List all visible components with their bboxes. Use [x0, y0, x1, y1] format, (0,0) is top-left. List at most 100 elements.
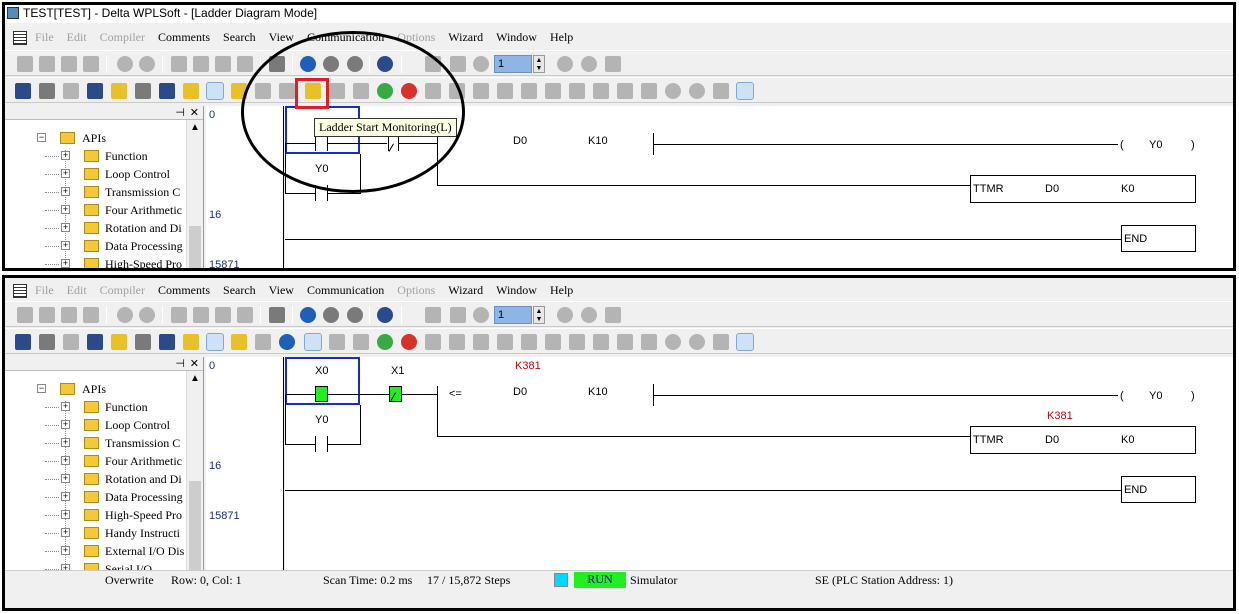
expand-icon[interactable]: + — [61, 402, 70, 411]
align-icon[interactable] — [593, 83, 609, 99]
list-icon[interactable] — [183, 83, 199, 99]
info-icon[interactable] — [473, 56, 489, 72]
collapse-icon[interactable]: − — [37, 133, 46, 142]
tree-item[interactable]: + High-Speed Pro — [5, 255, 190, 268]
tree-item[interactable]: + External I/O Dis — [5, 542, 190, 560]
p-icon[interactable] — [689, 83, 705, 99]
menu-options[interactable]: Options — [397, 283, 435, 298]
help-icon[interactable] — [377, 56, 393, 72]
menu-search[interactable]: Search — [223, 283, 256, 298]
menu-edit[interactable]: Edit — [67, 30, 87, 45]
undo-icon[interactable] — [117, 56, 133, 72]
expand-icon[interactable]: + — [61, 528, 70, 537]
expand-icon[interactable]: + — [61, 546, 70, 555]
undo-icon[interactable] — [117, 307, 133, 323]
expand-icon[interactable]: + — [61, 492, 70, 501]
read-icon[interactable] — [449, 334, 465, 350]
cursor-icon[interactable] — [269, 56, 285, 72]
sfc-mode-icon[interactable] — [63, 83, 79, 99]
online-icon[interactable] — [450, 56, 466, 72]
stop-monitoring-icon[interactable] — [329, 334, 345, 350]
device-monitor-icon[interactable] — [353, 83, 369, 99]
expand-icon[interactable]: + — [61, 438, 70, 447]
expand-icon[interactable]: + — [61, 169, 70, 178]
station-input[interactable]: 1 — [494, 55, 532, 73]
ladder-start-monitoring-icon[interactable] — [304, 333, 322, 351]
list-icon[interactable] — [183, 334, 199, 350]
pointer-icon[interactable] — [605, 307, 621, 323]
scroll-up-icon[interactable]: ▲ — [190, 373, 200, 384]
zoom-in-icon[interactable] — [323, 56, 339, 72]
instruction-mode-icon[interactable] — [87, 83, 103, 99]
save-icon[interactable] — [61, 56, 77, 72]
stop-monitoring-icon[interactable] — [329, 83, 345, 99]
tree-item-apis[interactable]: − APIs — [5, 129, 190, 147]
stop-plc-icon[interactable] — [401, 83, 417, 99]
zoom-icon[interactable] — [300, 307, 316, 323]
grid-icon[interactable] — [159, 334, 175, 350]
tree-item[interactable]: + Rotation and Di — [5, 219, 190, 237]
save-icon[interactable] — [61, 307, 77, 323]
copy-icon[interactable] — [193, 307, 209, 323]
erase-icon[interactable] — [237, 307, 253, 323]
cassette-icon[interactable] — [713, 83, 729, 99]
tree-item[interactable]: + High-Speed Pro — [5, 506, 190, 524]
ladder-mode-icon[interactable] — [39, 334, 55, 350]
expand-icon[interactable]: + — [61, 223, 70, 232]
zoom-out-icon[interactable] — [347, 56, 363, 72]
copy-icon[interactable] — [193, 56, 209, 72]
expand-icon[interactable]: + — [61, 420, 70, 429]
transfer-icon[interactable] — [425, 56, 441, 72]
menu-communication[interactable]: Communication — [307, 283, 384, 298]
tree-scrollbar[interactable]: ▲ — [186, 371, 203, 570]
ladder-line-icon[interactable] — [736, 82, 754, 100]
pointer-icon[interactable] — [605, 56, 621, 72]
ladder-mode-icon[interactable] — [39, 83, 55, 99]
cut-icon[interactable] — [171, 307, 187, 323]
erase-icon[interactable] — [237, 56, 253, 72]
menu-wizard[interactable]: Wizard — [448, 283, 483, 298]
instruction-mode-icon[interactable] — [87, 334, 103, 350]
code-icon[interactable] — [497, 334, 513, 350]
pin-icon[interactable]: ⊣ — [175, 106, 185, 119]
expand-icon[interactable]: + — [61, 456, 70, 465]
stop-plc-icon[interactable] — [401, 334, 417, 350]
scroll-up-icon[interactable]: ▲ — [190, 122, 200, 133]
edit-mode-icon[interactable] — [206, 333, 224, 351]
tree-item[interactable]: + Function — [5, 147, 190, 165]
align2-icon[interactable] — [617, 334, 633, 350]
expand-icon[interactable]: + — [61, 241, 70, 250]
new-file-icon[interactable] — [17, 307, 33, 323]
compare-icon[interactable] — [473, 83, 489, 99]
grid-icon[interactable] — [159, 83, 175, 99]
cut-icon[interactable] — [171, 56, 187, 72]
zoom-out-icon[interactable] — [347, 307, 363, 323]
q-icon[interactable] — [665, 83, 681, 99]
code2-icon[interactable] — [521, 83, 537, 99]
menu-search[interactable]: Search — [223, 30, 256, 45]
menu-compiler[interactable]: Compiler — [100, 30, 145, 45]
code2-icon[interactable] — [521, 334, 537, 350]
contact-x0[interactable]: X0 — [315, 365, 328, 377]
tree-item[interactable]: + Transmission C — [5, 434, 190, 452]
ladder-canvas[interactable]: X0 X1 <= K381 D0 K10 ( Y0 ) K381 Y0 TTMR… — [285, 357, 1233, 570]
expand-icon[interactable]: + — [61, 474, 70, 483]
device-monitor-icon[interactable] — [353, 334, 369, 350]
stop-icon[interactable] — [557, 307, 573, 323]
expand-icon[interactable]: + — [61, 187, 70, 196]
close-icon[interactable]: ✕ — [190, 357, 199, 370]
open-file-icon[interactable] — [39, 56, 55, 72]
collapse-icon[interactable]: − — [37, 384, 46, 393]
refresh-icon[interactable] — [581, 307, 597, 323]
code-icon[interactable] — [497, 83, 513, 99]
tree-item[interactable]: + Rotation and Di — [5, 470, 190, 488]
redo-icon[interactable] — [139, 56, 155, 72]
tree-item[interactable]: + Function — [5, 398, 190, 416]
print-icon[interactable] — [83, 56, 99, 72]
q-icon[interactable] — [665, 334, 681, 350]
menu-comments[interactable]: Comments — [158, 283, 210, 298]
station-spinner[interactable]: ▲ ▼ — [533, 55, 545, 73]
zoom-in-icon[interactable] — [323, 307, 339, 323]
tree-item[interactable]: + Loop Control — [5, 416, 190, 434]
load-out-icon[interactable] — [15, 334, 31, 350]
